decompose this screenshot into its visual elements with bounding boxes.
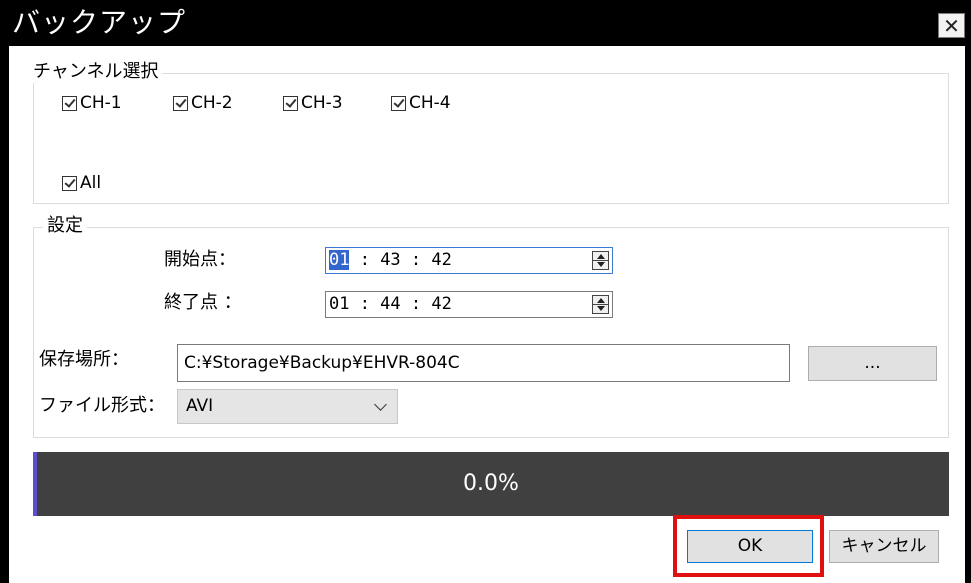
save-location-label: 保存場所： [39, 349, 129, 370]
close-button[interactable]: ✕ [938, 13, 965, 38]
browse-button-label: ... [864, 353, 881, 373]
save-location-input[interactable]: C:¥Storage¥Backup¥EHVR-804C [177, 344, 790, 382]
checkbox-label: CH-1 [80, 93, 122, 113]
checkbox-checked-icon [62, 95, 77, 111]
window-frame-left [0, 46, 9, 583]
start-hour-selection: 01 [329, 250, 350, 270]
file-format-label: ファイル形式： [39, 395, 165, 416]
progress-text: 0.0% [463, 471, 519, 496]
start-point-label: 開始点： [164, 249, 236, 270]
arrow-up-icon [597, 298, 605, 303]
checkbox-ch-4[interactable]: CH-4 [391, 93, 451, 113]
checkbox-label: CH-4 [409, 93, 451, 113]
spinner-divider [593, 304, 608, 305]
start-time-spinner[interactable] [592, 251, 609, 270]
checkbox-ch-3[interactable]: CH-3 [283, 93, 343, 113]
file-format-select[interactable]: AVI [177, 389, 398, 424]
progress-bar: 0.0% [33, 452, 949, 516]
file-format-value: AVI [186, 396, 214, 416]
close-icon: ✕ [943, 13, 960, 38]
settings-title: 設定 [43, 215, 87, 237]
browse-button[interactable]: ... [808, 346, 937, 381]
end-time-input[interactable]: 01 : 44 : 42 [325, 291, 613, 318]
checkbox-checked-icon [283, 95, 298, 111]
window-frame-right [965, 46, 971, 583]
channel-select-group [33, 73, 949, 204]
window-title: バックアップ [12, 6, 187, 39]
checkbox-all[interactable]: All [62, 173, 101, 193]
checkbox-label: CH-2 [191, 93, 233, 113]
start-time-input[interactable]: 01 : 43 : 42 [325, 247, 613, 274]
end-point-label: 終了点 ： [164, 292, 242, 313]
chevron-down-icon [374, 398, 387, 411]
title-bar: バックアップ ✕ [0, 0, 971, 46]
checkbox-label: All [80, 173, 102, 193]
checkbox-ch-1[interactable]: CH-1 [62, 93, 122, 113]
arrow-down-icon [597, 262, 605, 267]
checkbox-checked-icon [391, 95, 406, 111]
checkbox-label: CH-3 [301, 93, 343, 113]
arrow-down-icon [597, 306, 605, 311]
spinner-divider [593, 260, 608, 261]
checkbox-ch-2[interactable]: CH-2 [173, 93, 233, 113]
channel-select-title: チャンネル選択 [29, 61, 163, 83]
end-time-value: 01 : 44 : 42 [329, 294, 452, 314]
start-time-rest: : 43 : 42 [349, 250, 452, 270]
arrow-up-icon [597, 254, 605, 259]
checkbox-checked-icon [62, 175, 77, 191]
ok-button-highlight [673, 515, 824, 577]
end-time-spinner[interactable] [592, 295, 609, 314]
checkbox-checked-icon [173, 95, 188, 111]
cancel-button-label: キャンセル [841, 536, 927, 556]
cancel-button[interactable]: キャンセル [829, 530, 939, 563]
